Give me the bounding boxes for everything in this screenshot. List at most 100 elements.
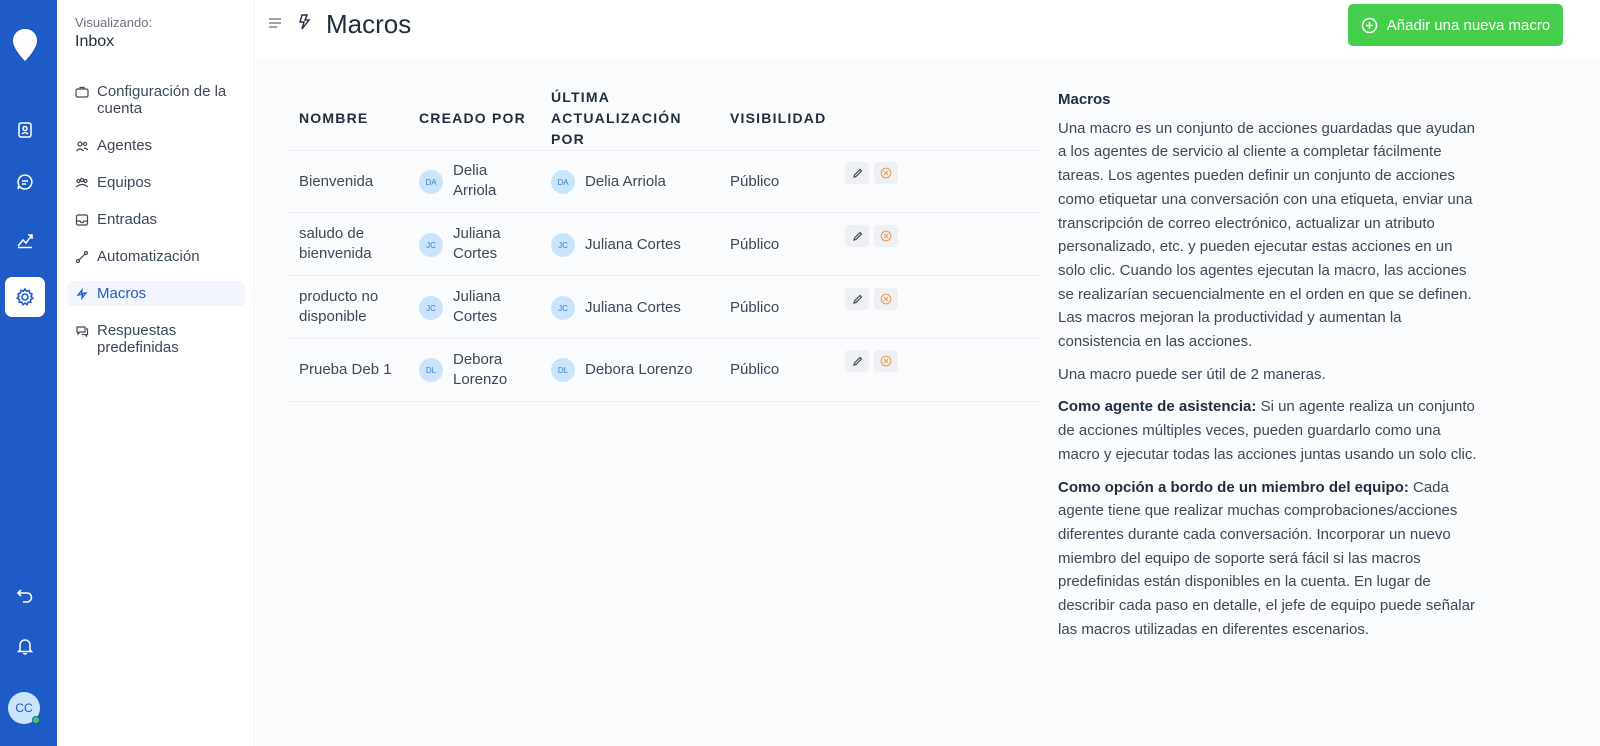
sidebar-item-label: Agentes	[97, 137, 153, 154]
edit-button[interactable]	[845, 288, 869, 310]
sidebar-item-label: Macros	[97, 285, 147, 302]
reports-icon[interactable]	[5, 220, 45, 260]
settings-sidebar: Visualizando: Inbox Configuración de la …	[57, 0, 255, 746]
primary-nav-rail: CC	[0, 0, 57, 746]
sidebar-item-label: Automatización	[97, 248, 200, 265]
viewing-caption: Visualizando:	[75, 15, 153, 30]
avatar-initials: DA	[425, 177, 437, 187]
help-bold-lead: Como opción a bordo de un miembro del eq…	[1058, 478, 1409, 496]
avatar: DL	[551, 358, 575, 382]
macro-name: producto no disponible	[299, 288, 379, 325]
pencil-icon	[852, 231, 862, 241]
sidebar-item-inboxes[interactable]: Entradas	[67, 207, 245, 232]
delete-button[interactable]	[874, 225, 898, 247]
contacts-icon[interactable]	[5, 110, 45, 150]
created-by-name: Juliana Cortes	[453, 225, 501, 262]
updated-by-name: Juliana Cortes	[585, 236, 681, 253]
edit-button[interactable]	[845, 225, 869, 247]
sidebar-item-teams[interactable]: Equipos	[67, 170, 245, 195]
logo-icon[interactable]	[12, 28, 38, 62]
avatar-initials: DA	[557, 177, 569, 187]
avatar-initials: JC	[558, 240, 568, 250]
settings-icon[interactable]	[5, 277, 45, 317]
menu-toggle-icon[interactable]	[268, 16, 282, 30]
inbox-name[interactable]: Inbox	[75, 33, 114, 51]
sidebar-item-label: Entradas	[97, 211, 158, 228]
briefcase-icon	[75, 86, 89, 98]
row-divider	[288, 401, 1040, 402]
help-paragraph: Como opción a bordo de un miembro del eq…	[1058, 476, 1478, 642]
help-title: Macros	[1058, 91, 1111, 108]
plus-circle-icon	[1361, 17, 1378, 33]
created-by-name: Delia Arriola	[453, 162, 497, 199]
column-header-visibility: VISIBILIDAD	[730, 110, 827, 126]
avatar: JC	[419, 296, 443, 320]
edit-button[interactable]	[845, 162, 869, 184]
pencil-icon	[852, 294, 862, 304]
avatar: DA	[419, 170, 443, 194]
avatar-initials: DL	[557, 365, 569, 375]
sidebar-item-label: Equipos	[97, 174, 152, 191]
help-paragraph: Como agente de asistencia: Si un agente …	[1058, 395, 1478, 466]
avatar-initials: CC	[15, 701, 33, 715]
delete-button[interactable]	[874, 350, 898, 372]
sidebar-item-label: Respuestas predefinidas	[97, 322, 179, 356]
sidebar-item-label: Configuración de la cuenta	[97, 83, 227, 117]
add-macro-label: Añadir una nueva macro	[1386, 16, 1551, 34]
avatar: DA	[551, 170, 575, 194]
row-divider	[288, 275, 1040, 276]
visibility-value: Público	[730, 173, 780, 190]
automation-icon	[75, 250, 89, 264]
team-icon	[75, 177, 89, 188]
chat-icon	[76, 326, 89, 338]
updated-by-name: Delia Arriola	[585, 173, 666, 190]
macro-icon	[76, 287, 88, 301]
pencil-icon	[852, 168, 862, 178]
avatar: JC	[551, 233, 575, 257]
page-title: Macros	[326, 9, 412, 39]
close-circle-icon	[880, 293, 892, 305]
help-paragraph: Una macro es un conjunto de acciones gua…	[1058, 119, 1475, 351]
created-by-name: Juliana Cortes	[453, 288, 501, 325]
inbox-icon	[75, 214, 89, 226]
add-macro-button[interactable]: Añadir una nueva macro	[1348, 4, 1563, 46]
avatar-initials: JC	[426, 303, 436, 313]
back-icon[interactable]	[5, 574, 45, 614]
help-bold-lead: Como agente de asistencia:	[1058, 398, 1257, 416]
sidebar-item-canned-responses[interactable]: Respuestas predefinidas	[67, 318, 245, 360]
column-header-updated-by: ÚLTIMA ACTUALIZACIÓN POR	[551, 89, 682, 147]
conversations-icon[interactable]	[5, 162, 45, 202]
visibility-value: Público	[730, 236, 780, 253]
pencil-icon	[852, 356, 862, 366]
avatar: JC	[551, 296, 575, 320]
sidebar-item-agents[interactable]: Agentes	[67, 133, 245, 158]
help-text: Cada agente tiene que realizar muchas co…	[1058, 478, 1475, 638]
avatar-initials: JC	[426, 240, 436, 250]
macro-name: saludo de bienvenida	[299, 225, 372, 262]
avatar-initials: DL	[425, 365, 437, 375]
updated-by-name: Juliana Cortes	[585, 299, 681, 316]
people-icon	[76, 141, 89, 152]
row-divider	[288, 212, 1040, 213]
row-divider	[288, 338, 1040, 339]
updated-by-name: Debora Lorenzo	[585, 361, 693, 378]
macro-name: Bienvenida	[299, 173, 374, 190]
bell-icon[interactable]	[5, 626, 45, 666]
delete-button[interactable]	[874, 162, 898, 184]
created-by-name: Debora Lorenzo	[453, 351, 508, 388]
sidebar-item-automation[interactable]: Automatización	[67, 244, 245, 269]
avatar-initials: JC	[558, 303, 568, 313]
column-header-created-by: CREADO POR	[419, 110, 526, 126]
edit-button[interactable]	[845, 350, 869, 372]
macros-help-panel: Macros Una macro es un conjunto de accio…	[1058, 88, 1478, 650]
close-circle-icon	[880, 167, 892, 179]
avatar: JC	[419, 233, 443, 257]
online-status-dot	[32, 716, 40, 724]
macro-name: Prueba Deb 1	[299, 361, 392, 378]
sidebar-item-macros[interactable]: Macros	[67, 281, 245, 306]
visibility-value: Público	[730, 299, 780, 316]
close-circle-icon	[880, 355, 892, 367]
macro-icon	[299, 14, 311, 30]
sidebar-item-account-settings[interactable]: Configuración de la cuenta	[67, 79, 245, 121]
delete-button[interactable]	[874, 288, 898, 310]
